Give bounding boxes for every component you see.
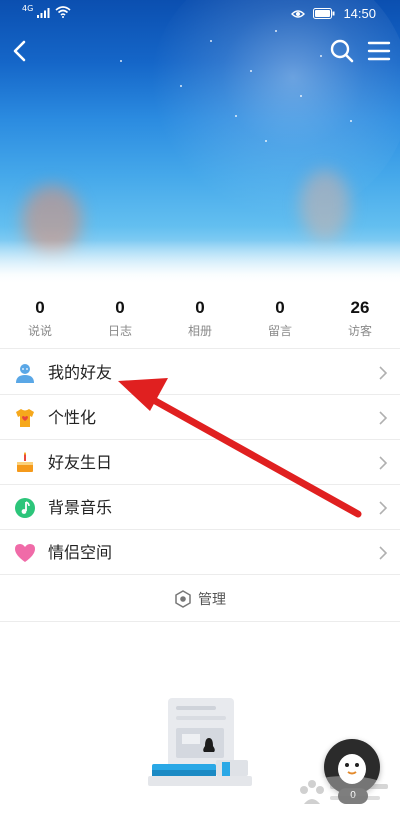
signal-icon	[37, 7, 50, 18]
stat-blog[interactable]: 0 日志	[80, 283, 160, 348]
qzone-profile-page: 4G 14:50 0 说说 0 日志 0 相册 0 留言 26 访客 我的好友 …	[0, 0, 400, 816]
menu-item-my-friends[interactable]: 我的好友	[0, 350, 400, 395]
tshirt-icon	[16, 409, 34, 427]
hexagon-settings-icon	[175, 590, 191, 608]
search-icon[interactable]	[328, 36, 356, 66]
menu-item-personalization[interactable]: 个性化	[0, 395, 400, 440]
status-bar: 4G 14:50	[0, 0, 400, 28]
star	[250, 70, 252, 72]
stat-value: 0	[195, 298, 205, 317]
stat-album[interactable]: 0 相册	[160, 283, 240, 348]
menu-item-label: 我的好友	[48, 363, 113, 382]
top-navigation	[0, 34, 400, 68]
stat-visitors[interactable]: 26 访客	[320, 283, 400, 348]
stat-shuoshuo[interactable]: 0 说说	[0, 283, 80, 348]
stat-label: 留言	[267, 324, 292, 338]
feature-list: 我的好友 个性化 好友生日 背景音乐 情侣空间	[0, 350, 400, 575]
back-arrow-icon[interactable]	[6, 36, 36, 66]
chevron-right-icon	[379, 411, 388, 425]
menu-item-background-music[interactable]: 背景音乐	[0, 485, 400, 530]
baidu-jingyan-watermark	[295, 776, 395, 812]
network-label: 4G	[22, 3, 34, 13]
manage-label: 管理	[198, 592, 226, 608]
stats-bar: 0 说说 0 日志 0 相册 0 留言 26 访客	[0, 283, 400, 349]
menu-item-label: 背景音乐	[48, 498, 113, 517]
chevron-right-icon	[379, 456, 388, 470]
decoration-blur	[300, 170, 350, 240]
clock: 14:50	[343, 6, 376, 21]
chevron-right-icon	[379, 546, 388, 560]
wifi-icon	[55, 6, 71, 18]
milky-way-glow	[150, 0, 400, 220]
heart-icon	[15, 544, 35, 562]
stat-label: 说说	[27, 324, 52, 338]
menu-item-couple-space[interactable]: 情侣空间	[0, 530, 400, 575]
menu-item-label: 情侣空间	[48, 543, 113, 562]
star	[350, 120, 352, 122]
music-note-icon	[15, 498, 35, 518]
star	[300, 95, 302, 97]
menu-item-friend-birthdays[interactable]: 好友生日	[0, 440, 400, 485]
star	[265, 140, 267, 142]
eye-icon	[291, 9, 306, 18]
stat-messages[interactable]: 0 留言	[240, 283, 320, 348]
menu-item-label: 好友生日	[48, 453, 113, 472]
birthday-cake-icon	[17, 452, 33, 472]
chevron-right-icon	[379, 501, 388, 515]
star	[235, 115, 237, 117]
stat-value: 26	[350, 298, 370, 317]
star	[180, 85, 182, 87]
stat-label: 日志	[107, 324, 132, 338]
empty-state-illustration	[148, 698, 252, 786]
menu-icon[interactable]	[366, 36, 392, 66]
stat-label: 相册	[187, 324, 212, 338]
stat-value: 0	[115, 298, 125, 317]
star	[275, 30, 277, 32]
stat-value: 0	[35, 298, 45, 317]
battery-icon	[313, 8, 335, 19]
friends-icon	[16, 364, 34, 383]
manage-button[interactable]: 管理	[0, 577, 400, 622]
banner-fade	[0, 240, 400, 283]
menu-item-label: 个性化	[48, 408, 97, 427]
stat-value: 0	[275, 298, 285, 317]
chevron-right-icon	[379, 366, 388, 380]
stat-label: 访客	[347, 324, 372, 338]
